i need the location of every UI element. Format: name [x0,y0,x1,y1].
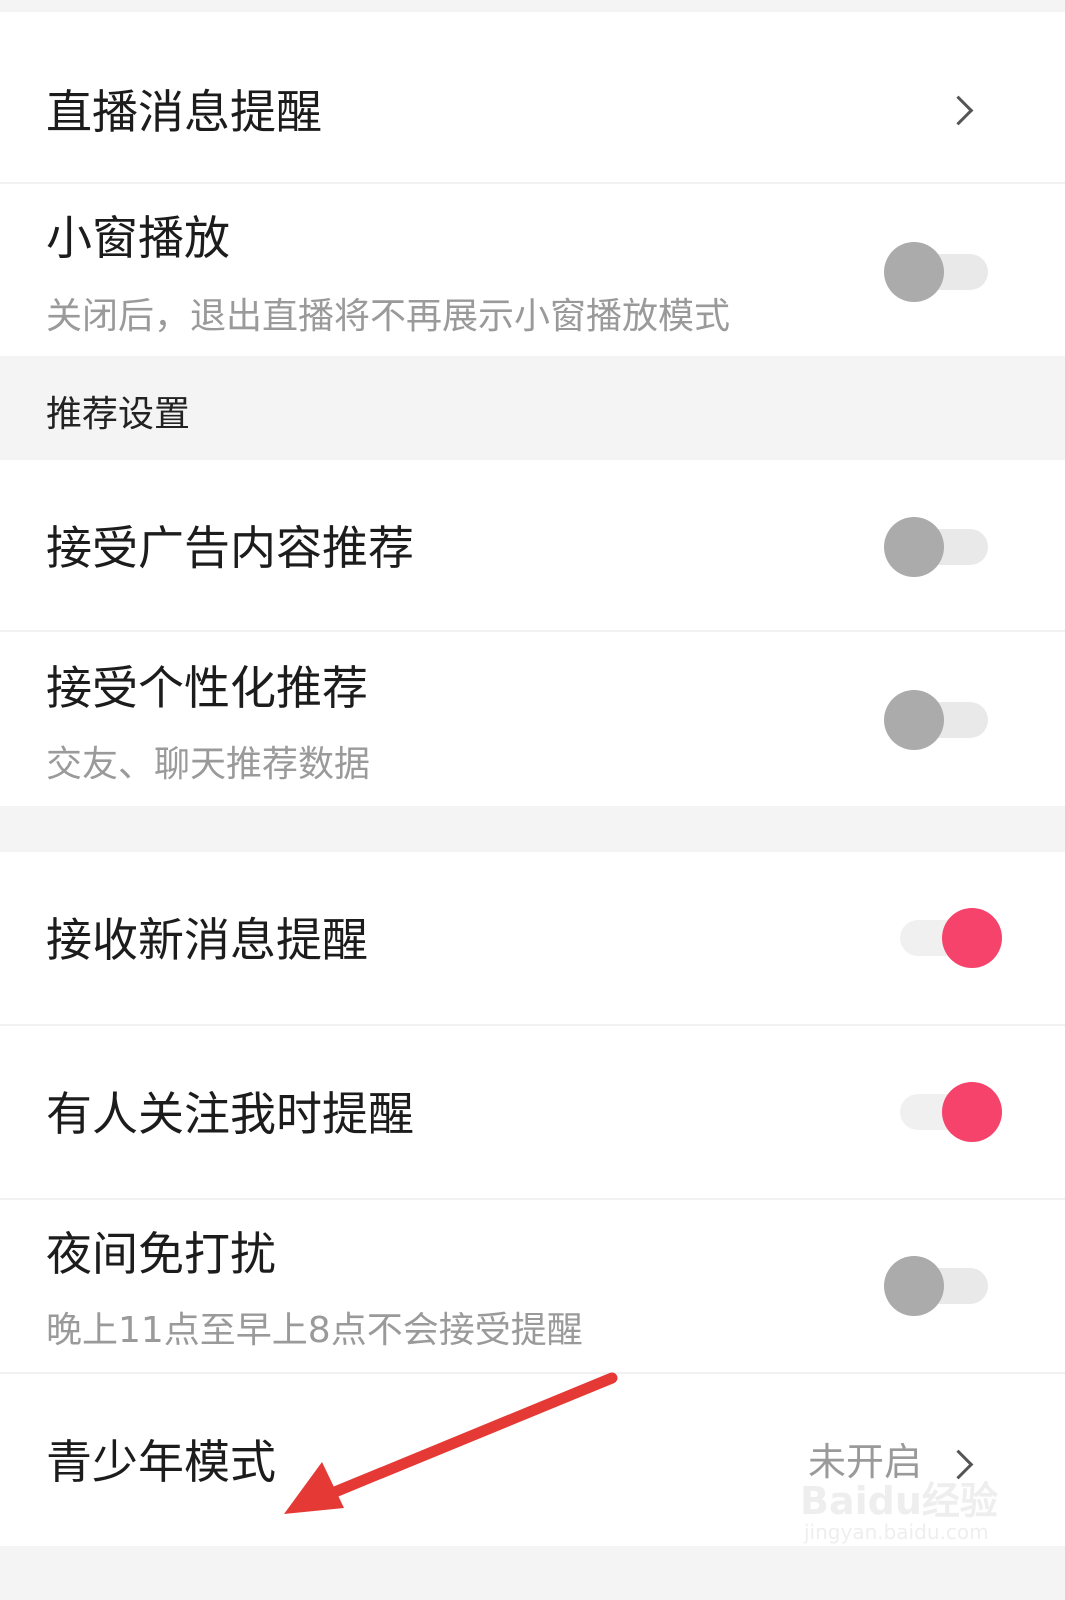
arrow-shaft [324,1372,618,1500]
annotation-arrow-icon [284,1372,618,1514]
